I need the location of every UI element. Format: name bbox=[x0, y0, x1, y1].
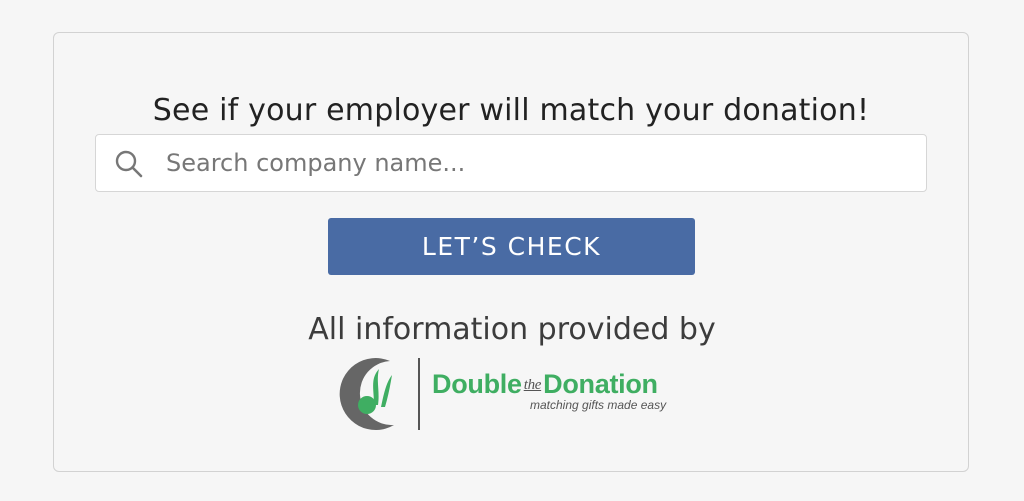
search-icon bbox=[115, 150, 143, 178]
company-search-input[interactable] bbox=[166, 135, 906, 191]
logo-name-part2: the bbox=[523, 377, 542, 393]
logo-name-part3: Donation bbox=[543, 369, 658, 399]
provided-by-text: All information provided by bbox=[308, 312, 716, 347]
widget-heading: See if your employer will match your don… bbox=[152, 93, 870, 128]
double-the-donation-logo[interactable]: Double theDonation matching gifts made ea… bbox=[332, 355, 694, 433]
double-the-donation-mark-icon bbox=[339, 358, 394, 431]
logo-name-part1: Double bbox=[432, 369, 522, 399]
lets-check-button[interactable]: LET’S CHECK bbox=[328, 218, 695, 275]
company-search-box[interactable] bbox=[95, 134, 927, 192]
logo-tagline: matching gifts made easy bbox=[530, 398, 667, 412]
logo-name: Double theDonation bbox=[432, 369, 658, 400]
logo-divider bbox=[418, 358, 420, 430]
